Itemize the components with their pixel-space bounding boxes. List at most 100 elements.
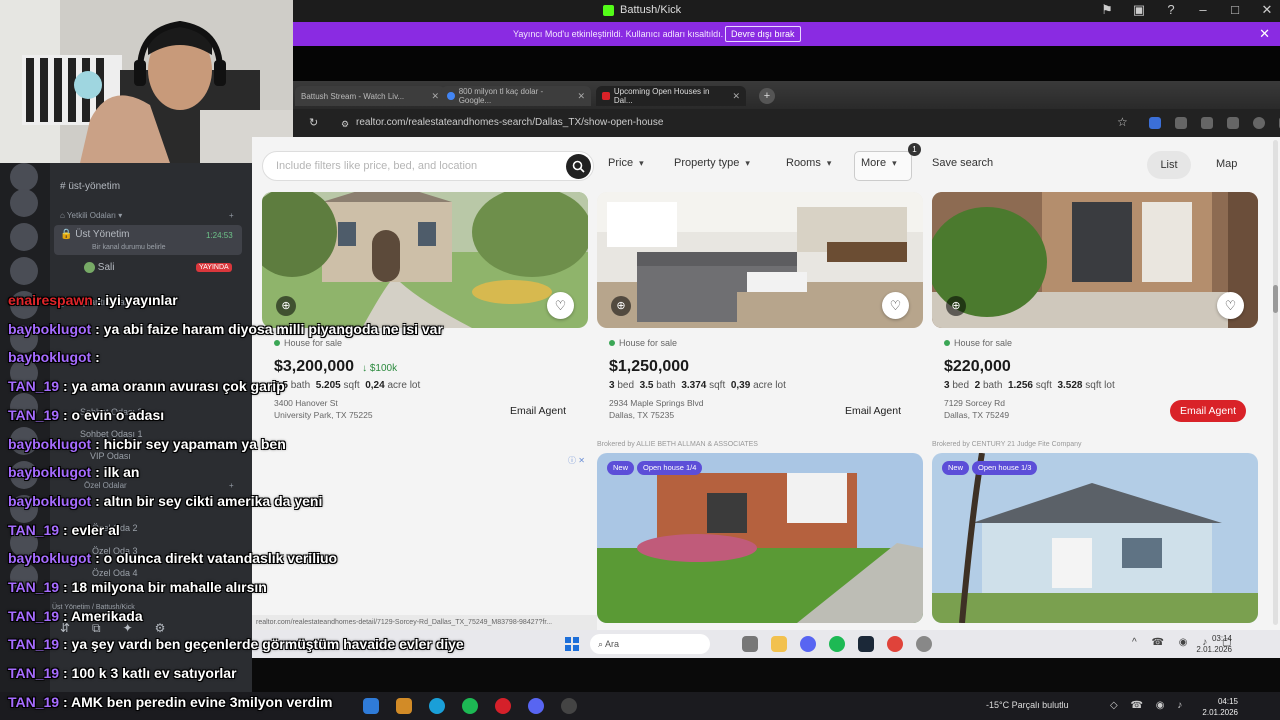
- virtual-tour-icon[interactable]: ⊕: [276, 296, 296, 316]
- property-type-filter[interactable]: Property type ▾: [674, 157, 750, 169]
- price-filter[interactable]: Price ▾: [608, 157, 644, 169]
- chat-message: enairespawn : iyi yayınlar: [8, 292, 178, 308]
- scrollbar-thumb[interactable]: [1273, 285, 1278, 313]
- puzzle-icon[interactable]: [1201, 117, 1213, 129]
- obs-icon[interactable]: [561, 698, 577, 714]
- tab-close-icon[interactable]: ✕: [732, 91, 740, 102]
- playlist-icon[interactable]: [1227, 117, 1239, 129]
- voice-user[interactable]: Sali: [84, 262, 114, 273]
- tab-close-icon[interactable]: ✕: [577, 91, 585, 102]
- help-icon[interactable]: ?: [1164, 2, 1178, 18]
- opera-icon[interactable]: [495, 698, 511, 714]
- site-info-icon[interactable]: ⚙: [341, 115, 349, 133]
- email-agent-button[interactable]: Email Agent: [1169, 400, 1246, 422]
- file-explorer-icon[interactable]: [771, 636, 787, 652]
- minimize-icon[interactable]: –: [1196, 2, 1210, 18]
- virtual-tour-icon[interactable]: ⊕: [611, 296, 631, 316]
- app-icon[interactable]: [396, 698, 412, 714]
- listing-card[interactable]: New Open house 1/4: [597, 453, 923, 623]
- rooms-filter[interactable]: Rooms ▾: [786, 157, 831, 169]
- realtor-icon: [602, 92, 610, 100]
- mail-icon[interactable]: [363, 698, 379, 714]
- disable-button[interactable]: Devre dışı bırak: [725, 26, 801, 42]
- weather-widget[interactable]: -15°C Parçalı bulutlu: [986, 700, 1069, 710]
- category-yetkili-odalari[interactable]: ⌂ Yetkili Odaları ▾: [60, 211, 122, 220]
- spotify-icon[interactable]: [462, 698, 478, 714]
- tab-close-icon[interactable]: ✕: [431, 91, 439, 102]
- tab-realtor[interactable]: Upcoming Open Houses in Dal... ✕: [596, 86, 746, 106]
- category-ozel-odalar[interactable]: Özel Odalar: [84, 481, 127, 490]
- flag-icon[interactable]: ⚑: [1100, 2, 1114, 18]
- channel-vip[interactable]: VIP Odası: [90, 451, 131, 461]
- new-tab-button[interactable]: +: [759, 88, 775, 104]
- windows-start-icon[interactable]: [565, 637, 579, 651]
- extension-icon[interactable]: [1175, 117, 1187, 129]
- page-scrollbar[interactable]: [1273, 140, 1278, 625]
- virtual-tour-icon[interactable]: ⊕: [946, 296, 966, 316]
- system-tray-icons[interactable]: ◇ ☎ ◉ ♪: [1110, 700, 1187, 711]
- tab-battush-stream[interactable]: Battush Stream - Watch Liv... ✕: [295, 86, 445, 106]
- extension-icon[interactable]: [1149, 117, 1161, 129]
- listing-card[interactable]: ⊕ ♡ House for sale $220,000 3 bed 2 bath…: [932, 192, 1258, 442]
- chat-username: bayboklugot: [8, 492, 92, 509]
- list-view-button[interactable]: List: [1147, 151, 1191, 179]
- ad-info-icon[interactable]: ⓘ ✕: [568, 455, 585, 466]
- add-channel-icon[interactable]: +: [229, 481, 234, 490]
- status-text: House for sale: [284, 338, 343, 348]
- email-agent-button[interactable]: Email Agent: [835, 400, 911, 422]
- city: Dallas, TX 75235: [609, 410, 675, 420]
- taskbar-clock[interactable]: 03:14 2.01.2026: [1196, 633, 1232, 655]
- reload-icon[interactable]: ↻: [309, 116, 318, 129]
- server-icon[interactable]: [10, 163, 38, 191]
- channel-ust-yonetim[interactable]: # üst-yönetim: [60, 181, 120, 192]
- maximize-icon[interactable]: □: [1228, 2, 1242, 18]
- server-icon[interactable]: [10, 223, 38, 251]
- close-icon[interactable]: ✕: [1260, 2, 1274, 18]
- discord-icon[interactable]: [528, 698, 544, 714]
- channel-status[interactable]: Bir kanal durumu belirle: [92, 244, 166, 251]
- task-view-icon[interactable]: [742, 636, 758, 652]
- settings-icon[interactable]: [916, 636, 932, 652]
- server-icon[interactable]: [10, 189, 38, 217]
- bath-unit: bath: [656, 380, 676, 391]
- realtor-page: Include filters like price, bed, and loc…: [252, 137, 1280, 630]
- save-search-button[interactable]: Save search: [932, 157, 993, 169]
- listing-photo[interactable]: ⊕ ♡: [597, 192, 923, 328]
- date: 2.01.2026: [1202, 708, 1238, 717]
- favorite-heart-icon[interactable]: ♡: [882, 292, 909, 319]
- search-icon[interactable]: [566, 154, 591, 179]
- avatar[interactable]: [1253, 117, 1265, 129]
- favorite-heart-icon[interactable]: ♡: [1217, 292, 1244, 319]
- spotify-icon[interactable]: [829, 636, 845, 652]
- listing-photo[interactable]: New Open house 1/3: [932, 453, 1258, 623]
- server-icon[interactable]: [10, 257, 38, 285]
- channel-ozel-4[interactable]: Özel Oda 4: [92, 568, 138, 578]
- chat-message: TAN_19 : o evin o adası: [8, 407, 164, 423]
- taskbar-clock[interactable]: 04:15 2.01.2026: [1202, 696, 1238, 718]
- email-agent-button[interactable]: Email Agent: [500, 400, 576, 422]
- broker-label: Brokered by ALLIE BETH ALLMAN & ASSOCIAT…: [597, 441, 758, 448]
- favorite-heart-icon[interactable]: ♡: [547, 292, 574, 319]
- listing-photo[interactable]: New Open house 1/4: [597, 453, 923, 623]
- tab-google[interactable]: 800 milyon tl kaç dolar - Google... ✕: [441, 86, 591, 106]
- voice-channel-ust-yonetim[interactable]: 🔒 Üst Yönetim: [60, 229, 130, 240]
- listing-photo[interactable]: ⊕ ♡: [262, 192, 588, 328]
- listing-card[interactable]: ⊕ ♡ House for sale $1,250,000 3 bed 3.5 …: [597, 192, 923, 442]
- url-field[interactable]: ⚙ realtor.com/realestateandhomes-search/…: [337, 114, 1137, 132]
- search-input[interactable]: Include filters like price, bed, and loc…: [262, 151, 594, 181]
- discord-icon[interactable]: [800, 636, 816, 652]
- banner-close-icon[interactable]: ✕: [1259, 26, 1270, 42]
- listing-card[interactable]: ⊕ ♡ House for sale $3,200,000 ↓ $100k 5.5…: [262, 192, 588, 442]
- listing-card[interactable]: New Open house 1/3: [932, 453, 1258, 623]
- bookmark-star-icon[interactable]: ☆: [1117, 115, 1128, 129]
- steam-icon[interactable]: [858, 636, 874, 652]
- more-filter[interactable]: More ▾: [861, 157, 897, 169]
- listing-photo[interactable]: ⊕ ♡: [932, 192, 1258, 328]
- add-channel-icon[interactable]: +: [229, 211, 234, 220]
- screen-share-icon[interactable]: ▣: [1132, 2, 1146, 18]
- map-view-button[interactable]: Map: [1216, 158, 1237, 170]
- chrome-icon[interactable]: [887, 636, 903, 652]
- taskbar-search-input[interactable]: ⌕ Ara: [590, 634, 710, 654]
- edge-icon[interactable]: [429, 698, 445, 714]
- open-house-badge: Open house 1/4: [637, 461, 703, 475]
